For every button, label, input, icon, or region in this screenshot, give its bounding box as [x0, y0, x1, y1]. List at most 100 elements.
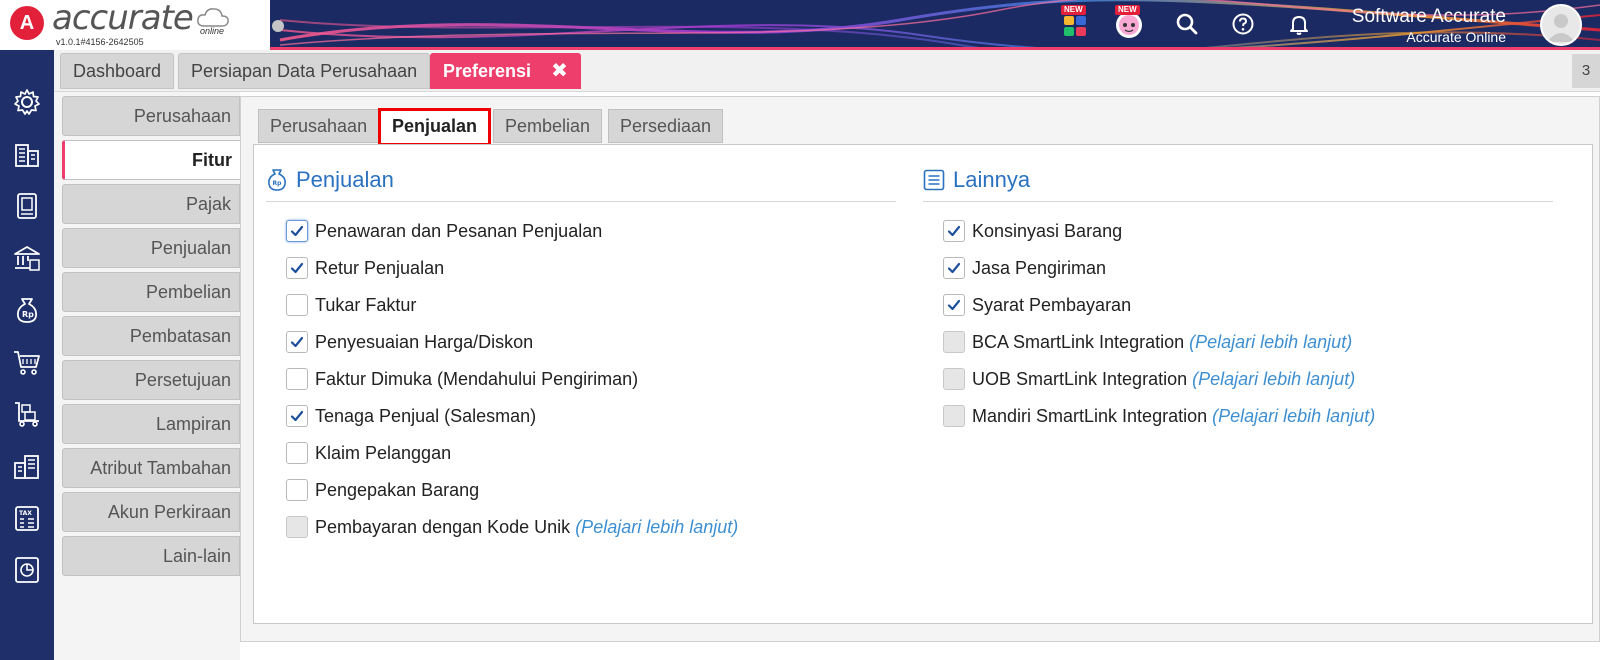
checkmark-icon — [290, 225, 304, 237]
learn-more-link[interactable]: (Pelajari lebih lanjut) — [1192, 369, 1355, 390]
report-chart-icon — [15, 557, 39, 583]
side-item-pembatasan[interactable]: Pembatasan — [62, 316, 240, 356]
tab-preferensi[interactable]: Preferensi ✖ — [430, 53, 581, 89]
feature-option[interactable]: Retur Penjualan — [286, 255, 444, 281]
checkmark-icon — [290, 262, 304, 274]
feature-option[interactable]: Penyesuaian Harga/Diskon — [286, 329, 533, 355]
subtab-perusahaan[interactable]: Perusahaan — [258, 109, 380, 143]
feature-option[interactable]: Penawaran dan Pesanan Penjualan — [286, 218, 602, 244]
subtab-persediaan[interactable]: Persediaan — [608, 109, 724, 143]
feature-option-label: BCA SmartLink Integration — [972, 331, 1185, 352]
assistant-new-button[interactable]: NEW — [1112, 5, 1146, 41]
learn-more-link[interactable]: (Pelajari lebih lanjut) — [575, 517, 738, 538]
avatar[interactable] — [1540, 4, 1582, 46]
feature-option-label: Tukar Faktur — [315, 294, 417, 315]
money-bag-icon: Rp — [16, 298, 38, 323]
help-button[interactable] — [1226, 7, 1260, 41]
checkmark-icon — [290, 336, 304, 348]
feature-checkbox[interactable] — [286, 294, 308, 316]
side-item-atribut-tambahan[interactable]: Atribut Tambahan — [62, 448, 240, 488]
feature-option[interactable]: BCA SmartLink Integration (Pelajari lebih… — [943, 329, 1352, 355]
side-item-akun-perkiraan[interactable]: Akun Perkiraan — [62, 492, 240, 532]
learn-more-link[interactable]: (Pelajari lebih lanjut) — [1189, 332, 1352, 353]
checkmark-icon — [947, 225, 961, 237]
book-icon — [17, 193, 37, 219]
feature-option[interactable]: Klaim Pelanggan — [286, 440, 451, 466]
rail-sales-button[interactable]: Rp — [9, 292, 45, 328]
checkmark-icon — [947, 299, 961, 311]
apps-new-button[interactable]: NEW — [1058, 5, 1092, 41]
subtab-pembelian[interactable]: Pembelian — [493, 109, 603, 143]
tab-count-badge[interactable]: 3 — [1572, 54, 1600, 88]
section-title-text: Penjualan — [296, 167, 394, 192]
subtab-penjualan[interactable]: Penjualan — [378, 108, 492, 146]
side-item-fitur[interactable]: Fitur — [62, 140, 240, 180]
feature-option[interactable]: UOB SmartLink Integration (Pelajari lebih… — [943, 366, 1355, 392]
side-item-perusahaan[interactable]: Perusahaan — [62, 96, 240, 136]
feature-option-label: Pembayaran dengan Kode Unik — [315, 516, 571, 537]
side-item-lain-lain[interactable]: Lain-lain — [62, 536, 240, 576]
top-header: A accurate online v1.0.1#4156-2642505 NE… — [0, 0, 1600, 50]
brand-area[interactable]: A accurate online v1.0.1#4156-2642505 — [0, 0, 270, 50]
side-item-persetujuan[interactable]: Persetujuan — [62, 360, 240, 400]
feature-option-label: Tenaga Penjual (Salesman) — [315, 405, 537, 426]
feature-option-label: Jasa Pengiriman — [972, 257, 1107, 278]
feature-checkbox[interactable] — [943, 405, 965, 427]
svg-text:TAX: TAX — [19, 510, 32, 517]
tab-persiapan-data[interactable]: Persiapan Data Perusahaan — [178, 53, 431, 89]
feature-option[interactable]: Mandiri SmartLink Integration (Pelajari l… — [943, 403, 1375, 429]
side-item-penjualan[interactable]: Penjualan — [62, 228, 240, 268]
feature-checkbox[interactable] — [286, 479, 308, 501]
feature-option[interactable]: Tukar Faktur — [286, 292, 416, 318]
feature-option-label: Penyesuaian Harga/Diskon — [315, 331, 534, 352]
feature-checkbox[interactable] — [943, 368, 965, 390]
section-title-lainnya: Lainnya — [923, 167, 1030, 193]
feature-option[interactable]: Faktur Dimuka (Mendahului Pengiriman) — [286, 366, 638, 392]
learn-more-link[interactable]: (Pelajari lebih lanjut) — [1212, 406, 1375, 427]
rail-tax-button[interactable]: TAX — [9, 500, 45, 536]
feature-option-label: Konsinyasi Barang — [972, 220, 1123, 241]
tab-dashboard[interactable]: Dashboard — [60, 53, 175, 89]
cart-icon — [14, 351, 40, 375]
feature-option[interactable]: Jasa Pengiriman — [943, 255, 1106, 281]
side-item-pajak[interactable]: Pajak — [62, 184, 240, 224]
feature-option[interactable]: Pengepakan Barang — [286, 477, 479, 503]
feature-checkbox[interactable] — [943, 294, 965, 316]
rail-settings-button[interactable] — [9, 84, 45, 120]
tab-label: Persiapan Data Perusahaan — [191, 61, 418, 81]
svg-text:Rp: Rp — [273, 180, 283, 187]
user-menu[interactable]: Software Accurate Accurate Online — [1352, 6, 1506, 46]
feature-option[interactable]: Konsinyasi Barang — [943, 218, 1122, 244]
help-circle-icon — [1232, 13, 1254, 35]
feature-option-label: Pengepakan Barang — [315, 479, 480, 500]
feature-checkbox[interactable] — [286, 257, 308, 279]
rail-purchase-button[interactable] — [9, 344, 45, 380]
feature-checkbox[interactable] — [943, 331, 965, 353]
rail-asset-button[interactable] — [9, 448, 45, 484]
feature-option-label: Faktur Dimuka (Mendahului Pengiriman) — [315, 368, 639, 389]
rail-inventory-button[interactable] — [9, 396, 45, 432]
side-item-pembelian[interactable]: Pembelian — [62, 272, 240, 312]
feature-checkbox[interactable] — [286, 516, 308, 538]
rail-company-button[interactable] — [9, 136, 45, 172]
feature-option[interactable]: Pembayaran dengan Kode Unik (Pelajari leb… — [286, 514, 738, 540]
side-item-lampiran[interactable]: Lampiran — [62, 404, 240, 444]
feature-option-label: Syarat Pembayaran — [972, 294, 1132, 315]
rail-ledger-button[interactable] — [9, 188, 45, 224]
feature-checkbox[interactable] — [286, 331, 308, 353]
search-button[interactable] — [1170, 7, 1204, 41]
feature-checkbox[interactable] — [286, 368, 308, 390]
rail-report-button[interactable] — [9, 552, 45, 588]
feature-checkbox[interactable] — [286, 405, 308, 427]
feature-checkbox[interactable] — [943, 257, 965, 279]
online-label: online — [200, 26, 225, 36]
rail-bank-button[interactable] — [9, 240, 45, 276]
feature-checkbox[interactable] — [286, 220, 308, 242]
notifications-button[interactable] — [1282, 7, 1316, 41]
version-label: v1.0.1#4156-2642505 — [56, 37, 144, 47]
feature-checkbox[interactable] — [286, 442, 308, 464]
feature-option[interactable]: Syarat Pembayaran — [943, 292, 1131, 318]
feature-option[interactable]: Tenaga Penjual (Salesman) — [286, 403, 536, 429]
feature-checkbox[interactable] — [943, 220, 965, 242]
close-icon[interactable]: ✖ — [551, 60, 568, 82]
